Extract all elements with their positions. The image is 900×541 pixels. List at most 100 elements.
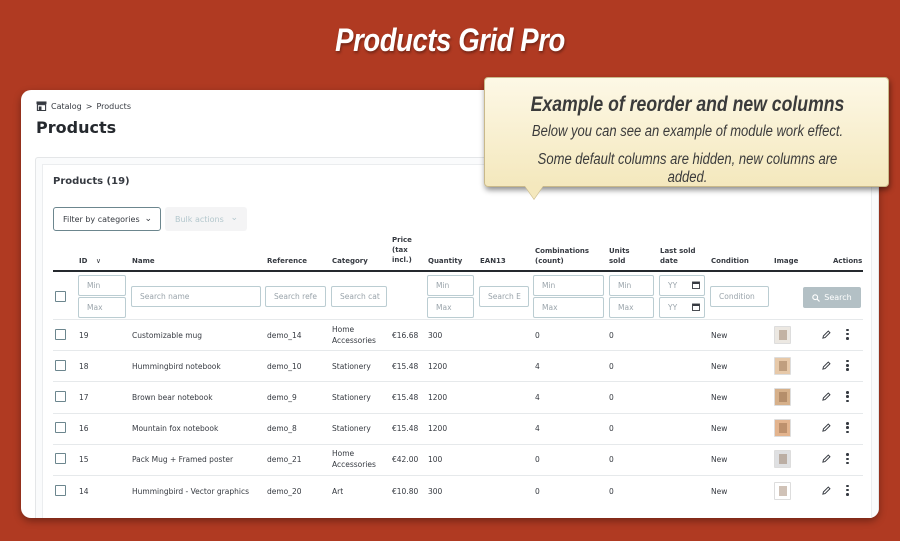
pencil-icon[interactable] [822, 361, 831, 370]
last-sold-to-input[interactable]: YY [659, 297, 705, 318]
column-header-ean13[interactable]: EAN13 [480, 256, 506, 266]
more-vertical-icon[interactable] [846, 328, 849, 340]
row-divider [53, 381, 863, 383]
cell-category: Stationery [332, 393, 371, 402]
cell-price: €16.68 [392, 330, 419, 340]
row-checkbox[interactable] [55, 359, 66, 371]
product-thumbnail[interactable] [774, 419, 791, 438]
pencil-icon[interactable] [822, 392, 831, 401]
combinations-min-input[interactable]: Min [533, 275, 604, 296]
pencil-icon[interactable] [822, 485, 831, 495]
units-sold-max-input[interactable]: Max [609, 297, 654, 318]
row-divider [53, 475, 863, 476]
cell-condition: New [711, 455, 728, 465]
pencil-icon[interactable] [822, 454, 831, 464]
cell-id: 18 [79, 361, 89, 371]
cell-combinations: 4 [535, 393, 540, 402]
column-header-price[interactable]: Price (tax incl.) [392, 235, 412, 265]
callout-line-2: Some default columns are hidden, new col… [537, 151, 838, 186]
column-header-quantity[interactable]: Quantity [428, 256, 462, 266]
column-header-price-line3: incl.) [392, 256, 412, 264]
last-sold-from-input[interactable]: YY [659, 275, 705, 296]
cell-id: 15 [79, 455, 89, 465]
cell-name[interactable]: Brown bear notebook [132, 392, 213, 403]
cell-id: 17 [79, 393, 89, 402]
more-vertical-icon[interactable] [846, 359, 849, 371]
more-vertical-icon[interactable] [846, 453, 849, 465]
product-thumbnail[interactable] [774, 450, 791, 469]
ean13-search-input[interactable]: Search E [479, 286, 529, 307]
filter-by-categories-button[interactable]: Filter by categories ⌄ [53, 207, 161, 231]
units-sold-min-input[interactable]: Min [609, 275, 654, 296]
cell-category: Stationery [332, 361, 371, 371]
cell-name[interactable]: Pack Mug + Framed poster [132, 454, 233, 465]
cell-reference: demo_14 [267, 330, 302, 340]
reference-search-input[interactable]: Search refe [265, 286, 326, 307]
breadcrumb-catalog[interactable]: Catalog [51, 102, 82, 111]
row-checkbox[interactable] [55, 328, 66, 340]
banner-title: Products Grid Pro [335, 22, 565, 58]
cell-name[interactable]: Hummingbird notebook [132, 361, 221, 372]
cell-units-sold: 0 [609, 330, 614, 340]
row-divider [53, 350, 863, 352]
product-thumbnail[interactable] [774, 356, 791, 375]
id-max-input[interactable]: Max [78, 297, 126, 318]
column-header-condition[interactable]: Condition [711, 256, 749, 266]
name-search-input[interactable]: Search name [131, 286, 261, 307]
quantity-max-input[interactable]: Max [427, 297, 474, 318]
filter-button-label: Filter by categories [63, 214, 140, 224]
breadcrumb-separator: > [85, 101, 93, 111]
cell-name[interactable]: Customizable mug [132, 330, 202, 341]
column-header-name[interactable]: Name [132, 256, 155, 266]
column-header-combinations-line2: (count) [535, 257, 564, 265]
cell-id: 19 [79, 330, 89, 340]
combinations-max-input[interactable]: Max [533, 297, 604, 318]
more-vertical-icon[interactable] [846, 391, 849, 402]
cell-combinations: 4 [535, 424, 540, 434]
column-header-image: Image [774, 257, 799, 265]
sort-desc-icon[interactable]: ∨ [96, 257, 101, 265]
chevron-down-icon: ⌄ [230, 213, 238, 223]
cell-category: Art [332, 486, 344, 496]
row-checkbox[interactable] [55, 484, 66, 496]
search-button[interactable]: Search [803, 287, 861, 308]
products-card: Products (19) Filter by categories ⌄ Bul… [42, 164, 872, 518]
quantity-min-input[interactable]: Min [427, 275, 474, 296]
cell-name[interactable]: Hummingbird - Vector graphics [132, 486, 249, 497]
cell-price: €15.48 [392, 393, 419, 402]
more-vertical-icon[interactable] [846, 422, 849, 434]
column-header-actions: Actions [833, 257, 863, 265]
grid-container: Products (19) Filter by categories ⌄ Bul… [35, 157, 879, 518]
pencil-icon[interactable] [822, 329, 831, 339]
bulk-actions-button[interactable]: Bulk actions ⌄ [165, 207, 247, 231]
column-header-reference[interactable]: Reference [267, 256, 307, 266]
cell-reference: demo_20 [267, 486, 302, 496]
search-icon [812, 293, 821, 302]
pencil-icon[interactable] [822, 423, 831, 432]
product-thumbnail[interactable] [774, 325, 791, 344]
cell-reference: demo_9 [267, 393, 297, 402]
condition-select[interactable]: Condition [710, 286, 769, 307]
product-thumbnail[interactable] [774, 481, 791, 500]
calendar-icon[interactable] [692, 281, 700, 289]
select-all-checkbox[interactable] [55, 291, 66, 302]
row-checkbox[interactable] [55, 453, 66, 465]
id-min-input[interactable]: Min [78, 275, 126, 296]
more-vertical-icon[interactable] [846, 484, 849, 496]
column-header-combinations[interactable]: Combinations (count) [535, 246, 589, 266]
cell-units-sold: 0 [609, 455, 614, 465]
product-thumbnail[interactable] [774, 388, 791, 406]
column-header-units-sold[interactable]: Units sold [609, 246, 630, 266]
chevron-down-icon: ⌄ [144, 214, 152, 224]
column-header-category[interactable]: Category [332, 256, 368, 266]
cell-name[interactable]: Mountain fox notebook [132, 423, 218, 434]
row-checkbox[interactable] [55, 391, 66, 402]
column-header-id[interactable]: ID ∨ [79, 256, 101, 266]
cell-units-sold: 0 [609, 486, 614, 496]
calendar-icon[interactable] [692, 303, 700, 311]
column-header-combinations-line1: Combinations [535, 247, 590, 255]
row-checkbox[interactable] [55, 422, 66, 434]
column-header-last-sold[interactable]: Last sold date [660, 246, 696, 266]
category-search-input[interactable]: Search cat [331, 286, 387, 307]
column-header-id-label: ID [79, 257, 88, 265]
